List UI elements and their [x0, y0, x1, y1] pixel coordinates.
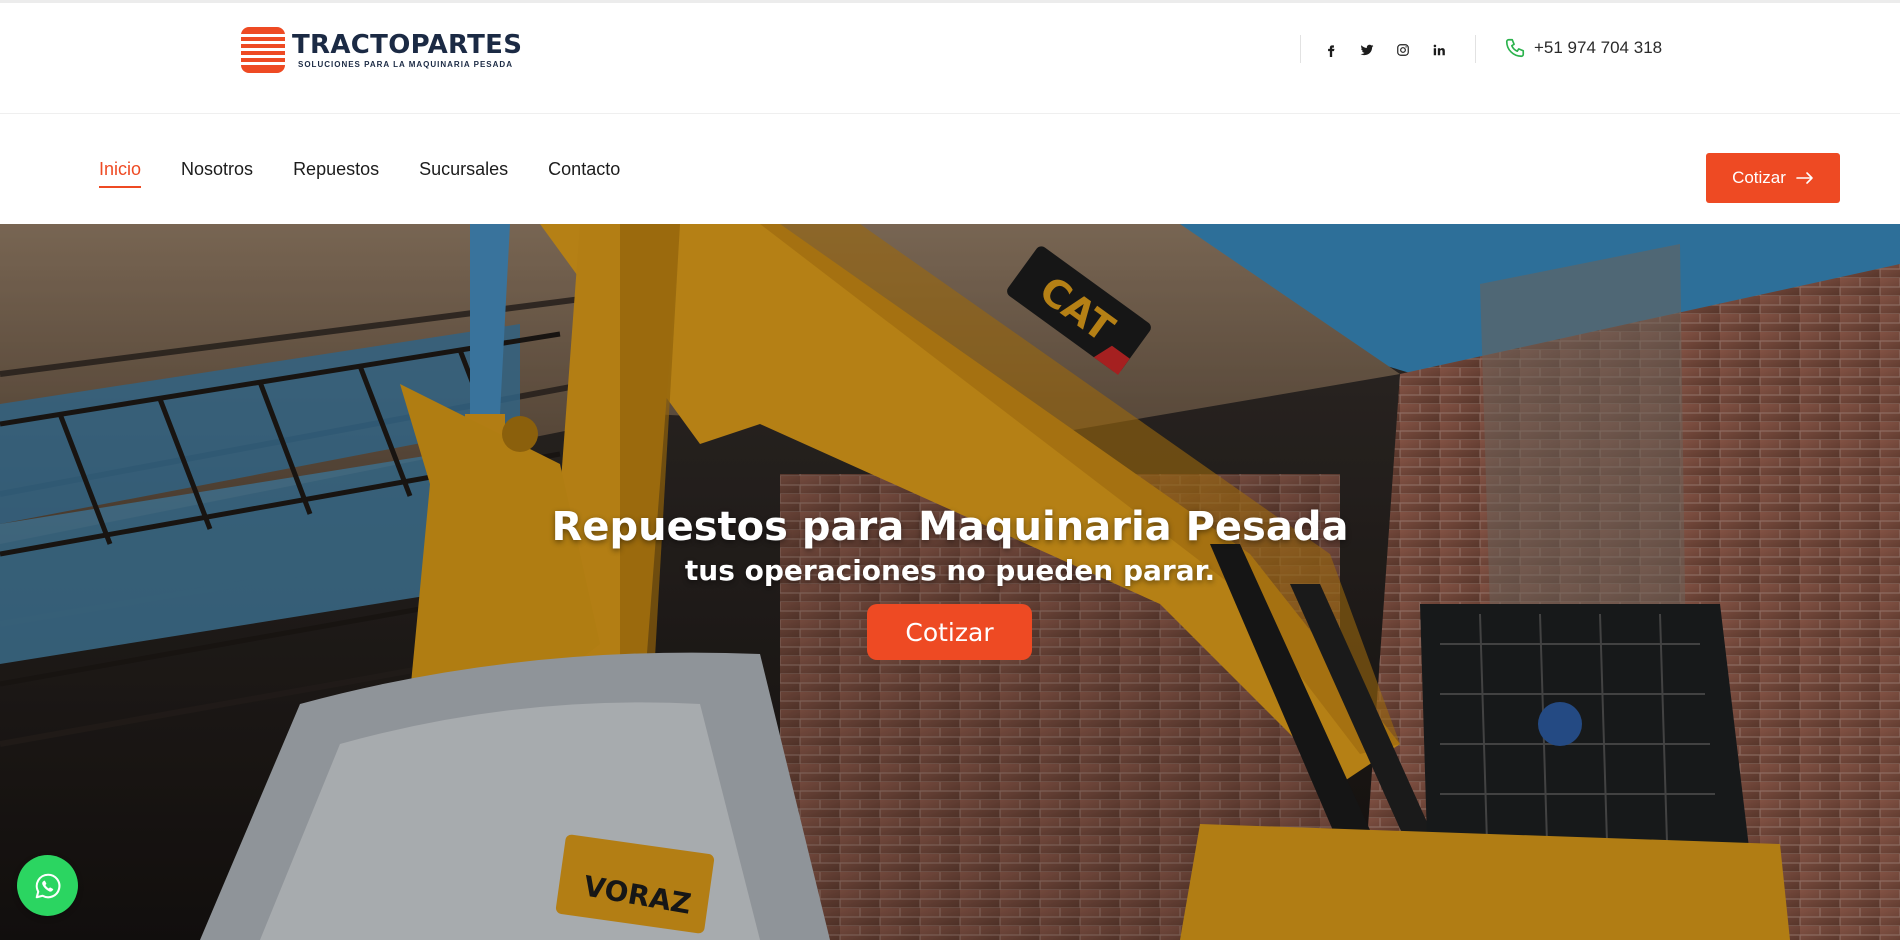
whatsapp-button[interactable] [17, 855, 78, 916]
social-links [1320, 39, 1450, 61]
main-navbar: Inicio Nosotros Repuestos Sucursales Con… [0, 115, 1900, 224]
divider [1300, 35, 1301, 63]
brand-logo[interactable]: TRACTOPARTES SOLUCIONES PARA LA MAQUINAR… [241, 27, 522, 73]
phone-contact[interactable]: +51 974 704 318 [1504, 37, 1662, 59]
linkedin-icon[interactable] [1428, 39, 1450, 61]
top-header: TRACTOPARTES SOLUCIONES PARA LA MAQUINAR… [0, 0, 1900, 114]
nav-item-inicio[interactable]: Inicio [99, 159, 142, 188]
cotizar-button-header[interactable]: Cotizar [1706, 153, 1840, 203]
logo-mark-icon [241, 27, 285, 73]
hero-title: Repuestos para Maquinaria Pesada [551, 504, 1349, 550]
twitter-icon[interactable] [1356, 39, 1378, 61]
nav-item-sucursales[interactable]: Sucursales [419, 159, 508, 188]
cotizar-button-hero[interactable]: Cotizar [867, 604, 1032, 660]
cotizar-button-label: Cotizar [1732, 168, 1786, 187]
nav-item-nosotros[interactable]: Nosotros [181, 159, 253, 188]
instagram-icon[interactable] [1392, 39, 1414, 61]
phone-number: +51 974 704 318 [1534, 38, 1663, 57]
brand-tagline: SOLUCIONES PARA LA MAQUINARIA PESADA [298, 60, 513, 69]
facebook-icon[interactable] [1320, 39, 1342, 61]
brand-name: TRACTOPARTES [292, 30, 523, 60]
nav-item-contacto[interactable]: Contacto [548, 159, 620, 188]
divider [1475, 35, 1476, 63]
phone-icon [1505, 38, 1525, 58]
hero-subtitle: tus operaciones no pueden parar. [684, 554, 1216, 587]
main-nav: Inicio Nosotros Repuestos Sucursales Con… [99, 159, 620, 188]
whatsapp-icon [35, 873, 60, 898]
nav-item-repuestos[interactable]: Repuestos [293, 159, 379, 188]
arrow-right-icon [1796, 172, 1813, 184]
hero-banner: CAT VORAZ Repuestos para Maquinaria Pesa… [0, 224, 1900, 940]
